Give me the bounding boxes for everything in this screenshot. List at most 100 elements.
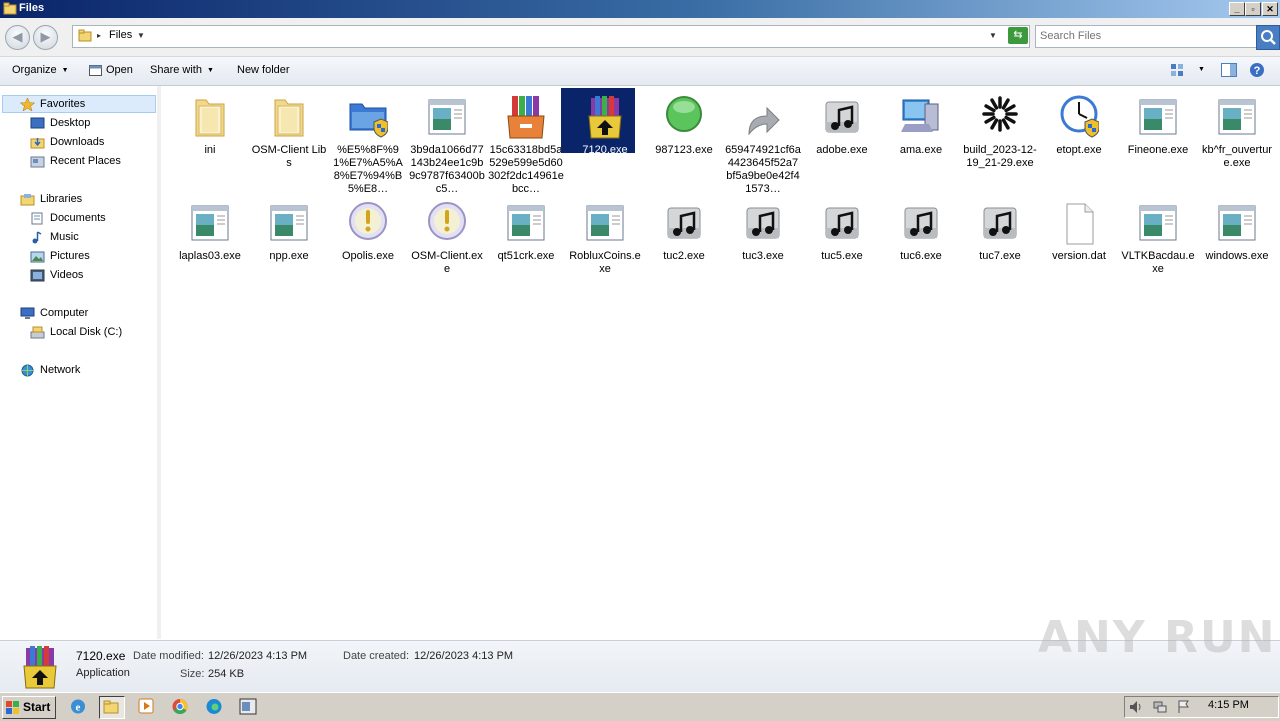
app-window-icon (1138, 94, 1178, 140)
taskbar-explorer-button[interactable] (99, 696, 125, 719)
chevron-down-icon: ▼ (206, 66, 214, 74)
breadcrumb[interactable]: Files (109, 29, 132, 41)
taskbar-chrome-button[interactable] (168, 696, 192, 717)
address-dropdown-icon[interactable]: ▼ (989, 31, 997, 40)
minimize-button[interactable]: _ (1229, 2, 1245, 16)
address-field[interactable]: ▸ Files ▼ ▼ (72, 25, 1030, 48)
app-window-icon (1217, 200, 1257, 246)
taskbar-edge-button[interactable] (202, 696, 226, 717)
search-button[interactable] (1256, 25, 1280, 50)
computer-icon (20, 307, 35, 319)
internet-explorer-icon: e (71, 699, 85, 714)
search-box[interactable] (1035, 25, 1258, 48)
forward-button[interactable]: ▶ (33, 25, 58, 50)
app-window-icon (269, 200, 309, 246)
nav-favorites[interactable]: Favorites (20, 95, 85, 113)
share-with-button[interactable]: Share with ▼ (150, 64, 214, 76)
file-name: RobluxCoins.exe (569, 250, 641, 275)
preview-pane-icon[interactable] (1221, 63, 1237, 77)
music-drive-icon (980, 200, 1020, 246)
nav-label: Documents (50, 212, 106, 224)
details-created-label: Date created: (343, 650, 410, 662)
open-button[interactable]: Open (89, 64, 133, 77)
windows-flag-icon (6, 701, 19, 714)
nav-label: Videos (50, 269, 84, 281)
folder-icon (190, 94, 230, 140)
music-drive-icon (743, 200, 783, 246)
nav-label: Computer (40, 307, 89, 319)
warning-disc-icon (427, 200, 467, 246)
app-window-icon (190, 200, 230, 246)
nav-label: Local Disk (C:) (50, 326, 123, 338)
taskbar-ie-button[interactable]: e (66, 696, 90, 717)
file-name: build_2023-12-19_21-29.exe (963, 144, 1037, 169)
file-name: tuc7.exe (979, 250, 1021, 262)
search-icon (1261, 30, 1276, 45)
network-status-icon[interactable] (1153, 700, 1167, 714)
open-label: Open (106, 64, 133, 76)
open-icon (89, 65, 102, 77)
organize-button[interactable]: Organize ▼ (12, 64, 69, 76)
search-input[interactable] (1040, 28, 1230, 44)
music-drive-icon (822, 200, 862, 246)
restore-button[interactable]: ▫ (1245, 2, 1261, 16)
file-name: windows.exe (1205, 250, 1269, 262)
command-bar: Organize ▼ Open Share with ▼ New folder ▼ … (0, 57, 1280, 86)
folder-icon (269, 94, 309, 140)
winrar-installer-icon (585, 94, 625, 140)
app-window-icon (585, 200, 625, 246)
nav-recent-places[interactable]: Recent Places (30, 152, 121, 170)
chevron-icon[interactable]: ▸ (97, 31, 101, 40)
file-name: ama.exe (899, 144, 943, 156)
chevron-down-icon: ▼ (61, 66, 69, 74)
close-button[interactable]: ✕ (1262, 2, 1278, 16)
clock[interactable]: 4:15 PM (1208, 699, 1249, 711)
taskbar: Start e 4:15 PM (0, 692, 1280, 721)
file-name: 7120.exe (582, 144, 628, 156)
nav-libraries[interactable]: Libraries (20, 190, 82, 208)
libraries-icon (20, 193, 35, 206)
nav-downloads[interactable]: Downloads (30, 133, 104, 151)
nav-local-disk[interactable]: Local Disk (C:) (30, 323, 122, 341)
volume-icon[interactable] (1129, 700, 1143, 714)
file-name: Opolis.exe (342, 250, 394, 262)
file-name: 659474921cf6a4423645f52a7bf5a9be0e42f415… (725, 144, 801, 195)
music-icon (32, 230, 42, 244)
nav-documents[interactable]: Documents (30, 209, 106, 227)
details-size-label: Size: (180, 668, 205, 680)
nav-network[interactable]: Network (20, 361, 80, 379)
back-button[interactable]: ◀ (5, 25, 30, 50)
new-folder-button[interactable]: New folder (237, 64, 290, 76)
details-size-value: 254 KB (208, 668, 245, 680)
file-name: tuc3.exe (742, 250, 784, 262)
file-name: VLTKBacdau.exe (1121, 250, 1195, 275)
file-name: qt51crk.exe (497, 250, 555, 262)
file-name: OSM-Client.exe (411, 250, 483, 275)
view-options-icon[interactable] (1170, 63, 1184, 77)
nav-label: Desktop (50, 117, 91, 129)
nav-desktop[interactable]: Desktop (30, 114, 90, 132)
file-name: 987123.exe (655, 144, 713, 156)
start-button[interactable]: Start (2, 696, 56, 719)
folder-icon (103, 700, 119, 714)
file-name: 15c63318bd5a529e599e5d60302f2dc14961ebcc… (488, 144, 564, 195)
folder-shield-icon (348, 94, 389, 140)
clock-shield-icon (1059, 94, 1100, 140)
file-name: version.dat (1052, 250, 1106, 262)
nav-label: Recent Places (50, 155, 121, 167)
nav-computer[interactable]: Computer (20, 304, 88, 322)
taskbar-app-button[interactable] (236, 696, 260, 717)
view-dropdown-icon[interactable]: ▼ (1198, 66, 1205, 73)
music-drive-icon (822, 94, 862, 140)
nav-label: Downloads (50, 136, 105, 148)
nav-videos[interactable]: Videos (30, 266, 83, 284)
chevron-down-icon[interactable]: ▼ (137, 31, 145, 40)
refresh-button[interactable]: ⇆ (1008, 27, 1028, 44)
navigation-pane: Favorites Desktop Downloads Recent Place… (0, 86, 158, 639)
taskbar-media-player-button[interactable] (134, 696, 158, 717)
help-icon[interactable]: ? (1249, 62, 1265, 78)
nav-music[interactable]: Music (30, 228, 79, 246)
file-name: tuc6.exe (900, 250, 942, 262)
nav-pictures[interactable]: Pictures (30, 247, 90, 265)
action-center-flag-icon[interactable] (1177, 700, 1191, 714)
